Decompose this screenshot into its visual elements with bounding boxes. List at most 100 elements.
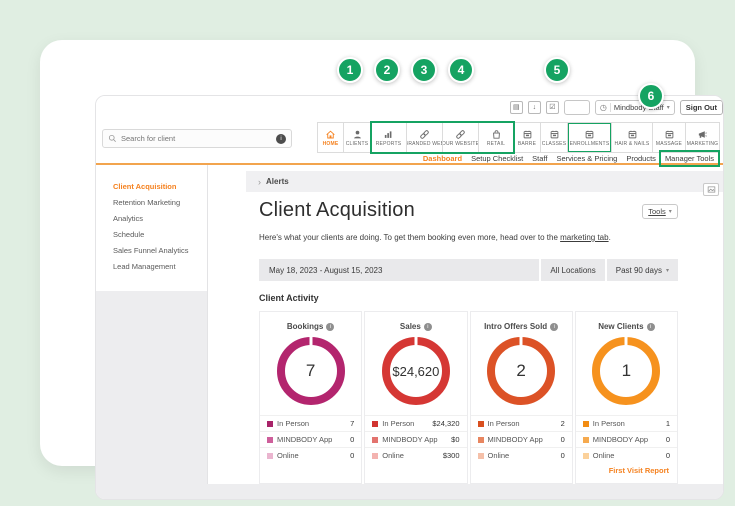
top-utility-bar: ▤ ↓ ☑ ◷ Mindbody Staff ▾ Sign Out	[509, 99, 723, 116]
sidebar-item-analytics[interactable]: Analytics	[113, 211, 188, 227]
tools-dropdown-button[interactable]: Tools ▾	[642, 204, 678, 219]
search-input[interactable]	[121, 134, 272, 143]
tab-classes[interactable]: CLASSES	[540, 122, 568, 153]
subnav-services-pricing[interactable]: Services & Pricing	[556, 154, 617, 163]
client-search[interactable]: i	[102, 129, 292, 148]
swatch	[477, 436, 484, 443]
user-menu-dropdown[interactable]: ◷ Mindbody Staff ▾	[594, 100, 675, 115]
partially-covered-button[interactable]	[563, 100, 590, 115]
sidebar: Client Acquisition Retention Marketing A…	[96, 165, 208, 499]
panel-corner-button[interactable]	[703, 183, 719, 196]
sidebar-item-lead-management[interactable]: Lead Management	[113, 259, 188, 275]
legend-row: Online 0	[575, 447, 677, 463]
swatch	[267, 452, 273, 459]
annotation-badge-3: 3	[411, 57, 437, 83]
page-background: i ▤ ↓ ☑ ◷ Mindbody Staff ▾ Sign Out	[0, 0, 735, 506]
bookings-card: Bookings i 7 In Person 7 MINDBODY App 0 …	[259, 311, 363, 484]
subnav-dashboard[interactable]: Dashboard	[423, 154, 462, 163]
swatch	[372, 420, 379, 427]
tab-hair-and-nails[interactable]: HAIR & NAILS	[611, 122, 653, 153]
sidebar-item-schedule[interactable]: Schedule	[113, 227, 188, 243]
info-icon[interactable]: i	[646, 322, 655, 331]
app-header: i ▤ ↓ ☑ ◷ Mindbody Staff ▾ Sign Out	[96, 96, 723, 167]
home-subnav: Dashboard Setup Checklist Staff Services…	[423, 149, 721, 167]
inbox-icon[interactable]: ↓	[527, 101, 541, 114]
subnav-manager-tools[interactable]: Manager Tools	[658, 149, 721, 167]
metric-total: $24,620	[392, 363, 440, 379]
annotation-badge-2: 2	[374, 57, 400, 83]
page-title: Client Acquisition	[259, 199, 415, 221]
sidebar-menu: Client Acquisition Retention Marketing A…	[113, 179, 188, 275]
calendar-icon	[664, 129, 675, 140]
annotation-badge-5: 5	[544, 57, 570, 83]
megaphone-icon	[697, 129, 708, 140]
bar-chart-icon	[383, 129, 394, 140]
subnav-staff[interactable]: Staff	[532, 154, 547, 163]
donut-chart: 7	[276, 337, 345, 405]
legend-row: In Person $24,320	[365, 415, 467, 431]
annotation-box-reports-to-retail: REPORTS BRANDED WEB OUR WEBSITE RETAIL	[370, 121, 515, 154]
search-info-icon[interactable]: i	[276, 133, 286, 144]
chart-legend: In Person $24,320 MINDBODY App $0 Online	[365, 415, 467, 463]
sign-out-button[interactable]: Sign Out	[679, 100, 723, 115]
chart-legend: In Person 1 MINDBODY App 0 Online 0	[575, 415, 677, 463]
search-icon	[108, 134, 117, 143]
sidebar-item-retention-marketing[interactable]: Retention Marketing	[113, 195, 188, 211]
book-icon[interactable]: ▤	[509, 101, 523, 114]
info-icon[interactable]: i	[550, 322, 559, 331]
legend-row: In Person 7	[260, 415, 362, 431]
swatch	[477, 452, 484, 459]
tasks-icon[interactable]: ☑	[545, 101, 559, 114]
tab-retail[interactable]: RETAIL	[478, 122, 514, 153]
main-tab-bar: HOME CLIENTS REPORTS BRANDED WEB OUR WEB…	[317, 121, 720, 154]
annotation-badge-4: 4	[448, 57, 474, 83]
calendar-icon	[584, 129, 595, 140]
chart-legend: In Person 7 MINDBODY App 0 Online 0	[260, 415, 362, 463]
intro-offers-card: Intro Offers Sold i 2 In Person 2 MINDBO…	[469, 311, 573, 484]
calendar-icon	[522, 129, 533, 140]
date-range-display[interactable]: May 18, 2023 - August 15, 2023	[259, 259, 540, 281]
period-filter-dropdown[interactable]: Past 90 days ▾	[606, 259, 678, 281]
info-icon[interactable]: i	[326, 322, 335, 331]
breadcrumb: Alerts	[266, 177, 289, 186]
sidebar-filler	[96, 291, 207, 499]
subnav-products[interactable]: Products	[626, 154, 656, 163]
info-icon[interactable]: i	[423, 322, 432, 331]
section-title: Client Activity	[259, 293, 319, 303]
tab-barre[interactable]: BARRE	[513, 122, 541, 153]
card-title-row: Sales i	[365, 312, 466, 332]
locations-filter[interactable]: All Locations	[541, 259, 605, 281]
first-visit-report-link[interactable]: First Visit Report	[576, 463, 677, 478]
swatch	[267, 420, 273, 427]
tab-clients[interactable]: CLIENTS	[343, 122, 371, 153]
tab-home[interactable]: HOME	[317, 122, 344, 153]
tab-our-website[interactable]: OUR WEBSITE	[442, 122, 479, 153]
legend-row: Online 0	[260, 447, 362, 463]
tab-branded-web[interactable]: BRANDED WEB	[406, 122, 443, 153]
marketing-tab-link[interactable]: marketing tab	[560, 233, 608, 242]
person-icon	[352, 129, 363, 140]
metric-total: 7	[305, 361, 316, 380]
swatch	[267, 436, 273, 443]
sidebar-item-client-acquisition[interactable]: Client Acquisition	[113, 179, 188, 195]
annotation-badge-1: 1	[337, 57, 363, 83]
swatch	[582, 452, 589, 459]
tab-massage[interactable]: MASSAGE	[652, 122, 686, 153]
tab-marketing[interactable]: MARKETING	[685, 122, 720, 153]
new-clients-card: New Clients i 1 In Person 1 MINDBODY App…	[574, 311, 678, 484]
tab-reports[interactable]: REPORTS	[370, 122, 407, 153]
chevron-down-icon: ▾	[665, 267, 669, 274]
alerts-breadcrumb-bar[interactable]: › Alerts	[246, 171, 723, 192]
metric-total: 2	[516, 361, 526, 380]
card-title-row: Intro Offers Sold i	[471, 312, 572, 332]
sidebar-item-sales-funnel-analytics[interactable]: Sales Funnel Analytics	[113, 243, 188, 259]
home-icon	[325, 129, 336, 140]
legend-row: In Person 2	[470, 415, 572, 431]
tab-enrollments[interactable]: ENROLLMENTS	[567, 122, 612, 153]
subnav-setup-checklist[interactable]: Setup Checklist	[471, 154, 523, 163]
sales-card: Sales i $24,620 In Person $24,320 MINDBO…	[364, 311, 468, 484]
legend-row: Online 0	[470, 447, 572, 463]
card-title-row: Bookings i	[260, 312, 361, 332]
swatch	[477, 420, 484, 427]
link-icon	[455, 129, 466, 140]
